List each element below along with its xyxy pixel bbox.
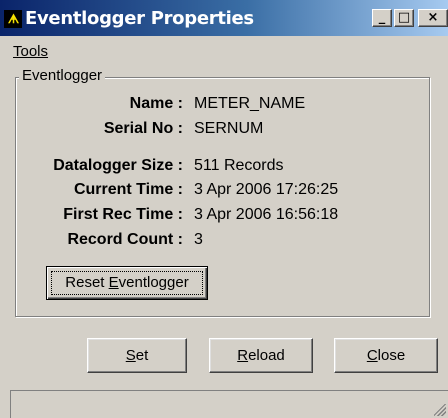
datalogger-size-label: Datalogger Size : <box>53 157 183 174</box>
name-label: Name : <box>129 95 183 112</box>
close-window-button[interactable]: × <box>418 9 448 27</box>
reset-eventlogger-button[interactable]: Reset Eventlogger <box>46 266 208 300</box>
close-button[interactable]: Close <box>334 338 438 373</box>
close-button-label: lose <box>377 347 406 364</box>
set-button-accel: S <box>125 347 136 364</box>
serial-no-value: SERNUM <box>194 120 264 137</box>
maximize-button[interactable]: □ <box>394 9 414 27</box>
menu-tools[interactable]: Tools <box>13 43 48 60</box>
first-rec-time-value: 3 Apr 2006 16:56:18 <box>194 206 339 223</box>
resize-grip-icon[interactable] <box>434 404 446 416</box>
datalogger-size-value: 511 Records <box>194 157 284 174</box>
minimize-button[interactable]: _ <box>372 9 392 27</box>
app-icon: ᗗ <box>4 10 22 28</box>
window-title: Eventlogger Properties <box>25 8 254 29</box>
current-time-label: Current Time : <box>73 181 183 198</box>
groupbox-legend: Eventlogger <box>19 67 106 84</box>
current-time-value: 3 Apr 2006 17:26:25 <box>194 181 339 198</box>
name-value: METER_NAME <box>194 95 306 112</box>
serial-no-label: Serial No : <box>103 120 183 137</box>
reload-button[interactable]: Reload <box>209 338 313 373</box>
title-bar[interactable]: ᗗ Eventlogger Properties _ □ × <box>0 0 448 38</box>
status-bar <box>10 390 448 418</box>
record-count-label: Record Count : <box>67 231 183 248</box>
close-button-accel: C <box>366 347 378 364</box>
reload-button-label: eload <box>248 347 285 364</box>
set-button-label: et <box>135 347 149 364</box>
record-count-value: 3 <box>194 231 203 248</box>
reload-button-accel: R <box>237 347 249 364</box>
menu-bar: Tools <box>0 38 448 64</box>
first-rec-time-label: First Rec Time : <box>63 206 183 223</box>
focus-rectangle <box>51 271 203 295</box>
set-button[interactable]: Set <box>87 338 187 373</box>
